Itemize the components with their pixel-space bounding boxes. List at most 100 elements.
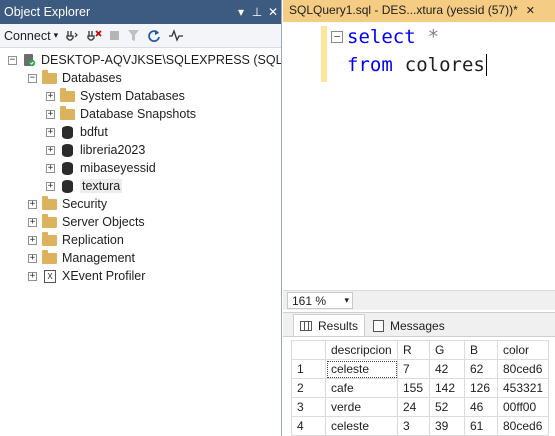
code-area[interactable]: − select * from colores bbox=[283, 22, 555, 290]
column-header[interactable]: color bbox=[496, 340, 550, 360]
grid-cell[interactable]: celeste bbox=[325, 359, 398, 379]
grid-cell[interactable]: verde bbox=[325, 397, 398, 417]
horizontal-scrollbar[interactable] bbox=[357, 294, 551, 307]
activity-icon[interactable] bbox=[168, 29, 184, 42]
tree-node-database[interactable]: + System Databases bbox=[0, 87, 281, 105]
row-number[interactable]: 4 bbox=[291, 416, 326, 436]
folder-icon bbox=[42, 69, 57, 84]
grid-cell[interactable]: 46 bbox=[464, 397, 498, 417]
folder-icon bbox=[60, 87, 75, 102]
object-explorer-tree: − DESKTOP-AQVJKSE\SQLEXPRESS (SQL Server… bbox=[0, 48, 281, 285]
results-grid[interactable]: descripcion R G B color 1 celeste 7 42 6… bbox=[291, 340, 550, 436]
column-header[interactable]: R bbox=[397, 340, 430, 360]
grid-cell[interactable]: 453321 bbox=[496, 378, 550, 398]
grid-cell[interactable]: 61 bbox=[464, 416, 498, 436]
refresh-icon[interactable] bbox=[147, 29, 161, 43]
expand-icon[interactable]: + bbox=[28, 235, 37, 245]
expand-icon[interactable]: + bbox=[28, 199, 37, 209]
window-position-icon[interactable]: ▾ bbox=[233, 5, 249, 19]
grid-cell[interactable]: 62 bbox=[464, 359, 498, 379]
grid-cell[interactable]: 3 bbox=[397, 416, 430, 436]
change-margin-bar bbox=[321, 26, 327, 82]
editor-status-bar: 161 % ▾ bbox=[283, 290, 555, 310]
expand-icon[interactable]: + bbox=[28, 253, 37, 263]
chevron-down-icon: ▾ bbox=[53, 30, 59, 40]
sql-operator: * bbox=[427, 26, 440, 48]
code-line-2[interactable]: from colores bbox=[347, 52, 487, 78]
tab-results[interactable]: Results bbox=[293, 314, 366, 336]
column-header[interactable]: descripcion bbox=[325, 340, 398, 360]
tree-node-database[interactable]: + libreria2023 bbox=[0, 141, 281, 159]
table-row[interactable]: 2 cafe 155 142 126 453321 bbox=[291, 378, 550, 398]
object-explorer-title-bar: Object Explorer ▾ ⊥ ✕ bbox=[0, 0, 281, 24]
connect-button[interactable]: Connect ▾ bbox=[4, 29, 58, 43]
grid-cell[interactable]: 52 bbox=[429, 397, 465, 417]
folder-icon bbox=[42, 213, 57, 228]
grid-cell[interactable]: 24 bbox=[397, 397, 430, 417]
column-header[interactable]: G bbox=[429, 340, 465, 360]
grid-cell[interactable]: 80ced6 bbox=[496, 359, 550, 379]
collapse-icon[interactable]: − bbox=[8, 55, 17, 65]
tree-node-security[interactable]: + Security bbox=[0, 195, 281, 213]
folder-icon bbox=[42, 195, 57, 210]
grid-cell[interactable]: 7 bbox=[397, 359, 430, 379]
sql-keyword: from bbox=[347, 54, 393, 76]
tree-node-database[interactable]: + bdfut bbox=[0, 123, 281, 141]
tree-node-label: textura bbox=[80, 179, 123, 193]
table-row[interactable]: 1 celeste 7 42 62 80ced6 bbox=[291, 359, 550, 379]
tree-node-management[interactable]: + Management bbox=[0, 249, 281, 267]
grid-cell[interactable]: 126 bbox=[464, 378, 498, 398]
grid-cell[interactable]: cafe bbox=[325, 378, 398, 398]
pin-icon[interactable]: ⊥ bbox=[249, 5, 265, 19]
tree-node-label: libreria2023 bbox=[80, 143, 146, 157]
tab-label: Messages bbox=[390, 319, 445, 333]
expand-icon[interactable]: + bbox=[28, 271, 37, 281]
grid-cell[interactable]: celeste bbox=[325, 416, 398, 436]
tree-node-replication[interactable]: + Replication bbox=[0, 231, 281, 249]
expand-icon[interactable]: + bbox=[46, 181, 55, 191]
filter-icon[interactable] bbox=[127, 29, 140, 42]
column-header[interactable]: B bbox=[464, 340, 498, 360]
tree-node-server-objects[interactable]: + Server Objects bbox=[0, 213, 281, 231]
server-icon bbox=[22, 53, 36, 67]
tree-node-database[interactable]: + Database Snapshots bbox=[0, 105, 281, 123]
grid-cell[interactable]: 142 bbox=[429, 378, 465, 398]
grid-cell[interactable]: 155 bbox=[397, 378, 430, 398]
disconnect-icon[interactable] bbox=[86, 29, 102, 43]
tree-node-xevent-profiler[interactable]: + X XEvent Profiler bbox=[0, 267, 281, 285]
expand-icon[interactable]: + bbox=[46, 163, 55, 173]
zoom-dropdown[interactable]: 161 % ▾ bbox=[287, 292, 353, 309]
grid-header-row: descripcion R G B color bbox=[291, 340, 550, 360]
stop-icon[interactable] bbox=[109, 30, 120, 41]
connect-icon[interactable] bbox=[65, 29, 79, 43]
grid-cell[interactable]: 39 bbox=[429, 416, 465, 436]
collapse-icon[interactable]: − bbox=[28, 73, 37, 83]
grid-cell[interactable]: 00ff00 bbox=[496, 397, 550, 417]
expand-icon[interactable]: + bbox=[46, 91, 55, 101]
expand-icon[interactable]: + bbox=[46, 145, 55, 155]
close-icon[interactable]: ✕ bbox=[526, 4, 535, 17]
tree-node-label: mibaseyessid bbox=[80, 161, 156, 175]
close-icon[interactable]: ✕ bbox=[265, 5, 281, 19]
tree-node-databases[interactable]: − Databases bbox=[0, 69, 281, 87]
row-number[interactable]: 2 bbox=[291, 378, 326, 398]
table-row[interactable]: 3 verde 24 52 46 00ff00 bbox=[291, 397, 550, 417]
grid-cell[interactable]: 80ced6 bbox=[496, 416, 550, 436]
grid-cell[interactable]: 42 bbox=[429, 359, 465, 379]
row-number-header[interactable] bbox=[291, 340, 326, 360]
sql-identifier: colores bbox=[404, 54, 485, 76]
table-row[interactable]: 4 celeste 3 39 61 80ced6 bbox=[291, 416, 550, 436]
tab-query-editor[interactable]: SQLQuery1.sql - DES...xtura (yessid (57)… bbox=[283, 0, 555, 22]
expand-icon[interactable]: + bbox=[46, 127, 55, 137]
tab-messages[interactable]: Messages bbox=[367, 316, 451, 336]
code-line-1[interactable]: − select * bbox=[331, 24, 439, 50]
tree-node-database[interactable]: + mibaseyessid bbox=[0, 159, 281, 177]
row-number[interactable]: 3 bbox=[291, 397, 326, 417]
collapse-region-icon[interactable]: − bbox=[331, 31, 343, 43]
expand-icon[interactable]: + bbox=[46, 109, 55, 119]
row-number[interactable]: 1 bbox=[291, 359, 326, 379]
tree-node-server[interactable]: − DESKTOP-AQVJKSE\SQLEXPRESS (SQL Server bbox=[0, 51, 281, 69]
database-icon bbox=[62, 179, 73, 193]
expand-icon[interactable]: + bbox=[28, 217, 37, 227]
tree-node-database-selected[interactable]: + textura bbox=[0, 177, 281, 195]
